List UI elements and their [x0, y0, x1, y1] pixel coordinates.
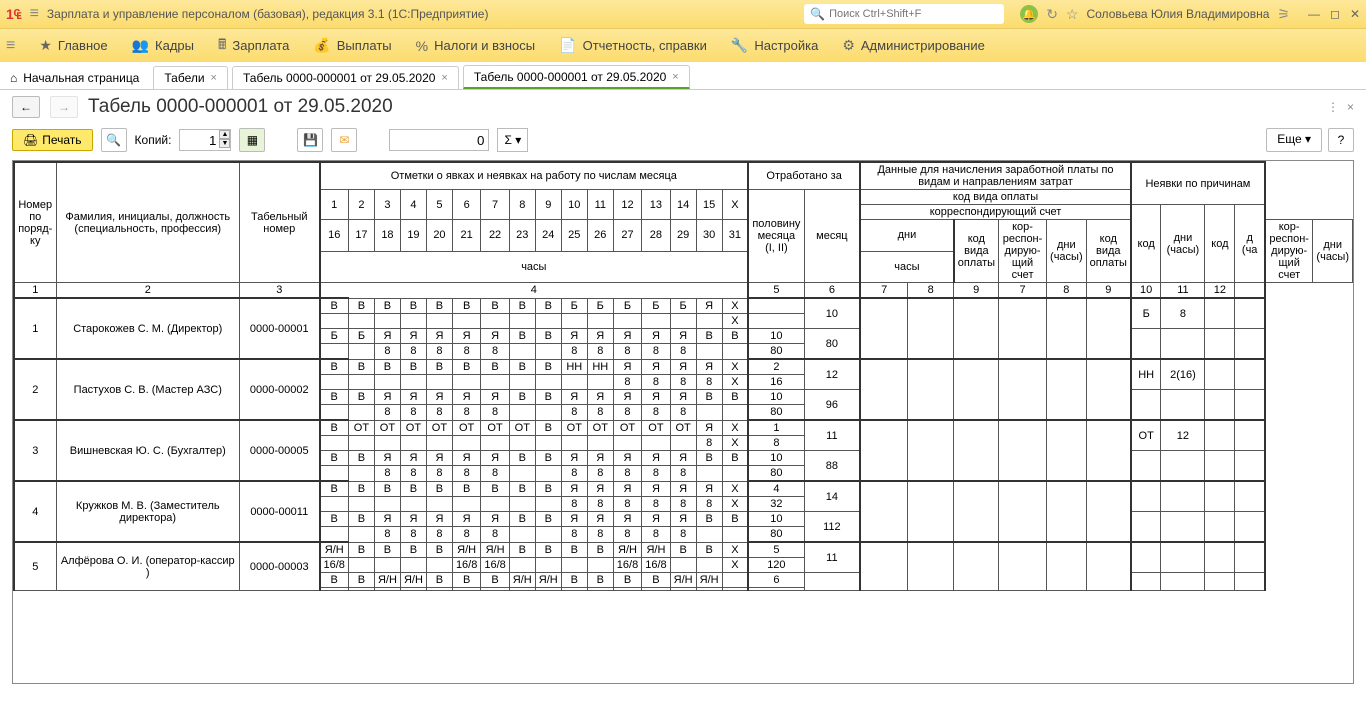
back-button[interactable]: ← — [12, 96, 40, 118]
spin-down[interactable]: ▼ — [219, 139, 230, 148]
main-menu: ≡ ★Главное 👥Кадры 🖩Зарплата 💰Выплаты %На… — [0, 28, 1366, 62]
forward-button[interactable]: → — [50, 96, 78, 118]
search-box[interactable]: 🔍 — [804, 4, 1004, 24]
hdr-absences: Неявки по причинам — [1131, 162, 1265, 205]
filter-icon[interactable]: ⚞ — [1277, 6, 1290, 23]
home-icon: ⌂ — [10, 71, 17, 85]
table-button[interactable]: ▦ — [239, 128, 265, 152]
close-page-icon[interactable]: × — [1347, 100, 1354, 114]
hdr-worked: Отработано за — [748, 162, 860, 190]
sum-input[interactable] — [389, 129, 489, 151]
more-button[interactable]: Еще ▾ — [1266, 128, 1322, 152]
hdr-payroll: Данные для начисления заработной платы п… — [860, 162, 1131, 190]
app-title: Зарплата и управление персоналом (базова… — [47, 7, 489, 21]
copies-label: Копий: — [135, 133, 172, 147]
document-icon: 📄 — [559, 37, 576, 54]
help-button[interactable]: ? — [1328, 128, 1354, 152]
print-button[interactable]: 🖨Печать — [12, 129, 93, 151]
username: Соловьева Юлия Владимировна — [1086, 7, 1269, 21]
hdr-fio: Фамилия, инициалы, должность (специально… — [56, 162, 240, 283]
star-filled-icon: ★ — [39, 37, 52, 54]
search-icon: 🔍 — [810, 7, 825, 21]
hdr-marks: Отметки о явках и неявках на работу по ч… — [320, 162, 749, 190]
menu-reports[interactable]: 📄Отчетность, справки — [559, 37, 707, 54]
search-input[interactable] — [829, 8, 998, 20]
people-icon: 👥 — [132, 37, 149, 54]
wrench-icon: 🔧 — [731, 37, 748, 54]
timesheet-table: Номер по поряд-ку Фамилия, инициалы, дол… — [13, 161, 1353, 591]
menu-settings[interactable]: 🔧Настройка — [731, 37, 818, 54]
kebab-icon[interactable]: ⋮ — [1327, 100, 1339, 114]
timesheet-table-wrap[interactable]: Номер по поряд-ку Фамилия, инициалы, дол… — [12, 160, 1354, 684]
menu-hr[interactable]: 👥Кадры — [132, 37, 194, 54]
tab-tabel-2[interactable]: Табель 0000-000001 от 29.05.2020× — [463, 65, 690, 89]
spin-up[interactable]: ▲ — [219, 130, 230, 139]
menu-payments[interactable]: 💰Выплаты — [313, 37, 391, 54]
history-icon[interactable]: ↻ — [1046, 6, 1058, 23]
money-icon: 💰 — [313, 37, 330, 54]
menu-salary[interactable]: 🖩Зарплата — [218, 34, 289, 58]
home-tab[interactable]: ⌂Начальная страница — [0, 67, 149, 89]
toolbar: 🖨Печать 🔍 Копий: ▲▼ ▦ 💾 ✉ Σ ▾ Еще ▾ ? — [0, 124, 1366, 160]
maximize-icon[interactable]: ◻ — [1330, 7, 1340, 21]
email-button[interactable]: ✉ — [331, 128, 357, 152]
bell-icon[interactable]: 🔔 — [1020, 5, 1038, 23]
menu-toggle-icon[interactable]: ≡ — [6, 37, 15, 55]
title-bar: 1₠ ≡ Зарплата и управление персоналом (б… — [0, 0, 1366, 28]
close-icon[interactable]: ✕ — [1350, 7, 1360, 21]
calculator-icon: 🖩 — [218, 34, 226, 58]
tab-tabeli[interactable]: Табели× — [153, 66, 228, 89]
nav-row: ← → Табель 0000-000001 от 29.05.2020 ⋮ × — [0, 90, 1366, 124]
percent-icon: % — [416, 38, 428, 54]
tab-bar: ⌂Начальная страница Табели× Табель 0000-… — [0, 62, 1366, 90]
save-button[interactable]: 💾 — [297, 128, 323, 152]
preview-button[interactable]: 🔍 — [101, 128, 127, 152]
hdr-tabnum: Табельный номер — [240, 162, 320, 283]
menu-admin[interactable]: ⚙Администрирование — [842, 37, 985, 54]
star-icon[interactable]: ☆ — [1066, 6, 1079, 23]
minimize-icon[interactable]: — — [1308, 7, 1320, 21]
sigma-button[interactable]: Σ ▾ — [497, 128, 528, 152]
tab-tabel-1[interactable]: Табель 0000-000001 от 29.05.2020× — [232, 66, 459, 89]
menu-taxes[interactable]: %Налоги и взносы — [416, 38, 536, 54]
page-title: Табель 0000-000001 от 29.05.2020 — [88, 96, 393, 118]
nav-menu-icon[interactable]: ≡ — [30, 5, 39, 23]
printer-icon: 🖨 — [23, 133, 38, 147]
close-icon[interactable]: × — [441, 72, 447, 84]
logo-1c: 1₠ — [6, 6, 22, 22]
close-icon[interactable]: × — [211, 72, 217, 84]
menu-main[interactable]: ★Главное — [39, 37, 107, 54]
close-icon[interactable]: × — [672, 71, 678, 83]
hdr-num: Номер по поряд-ку — [14, 162, 56, 283]
gear-icon: ⚙ — [842, 37, 855, 54]
